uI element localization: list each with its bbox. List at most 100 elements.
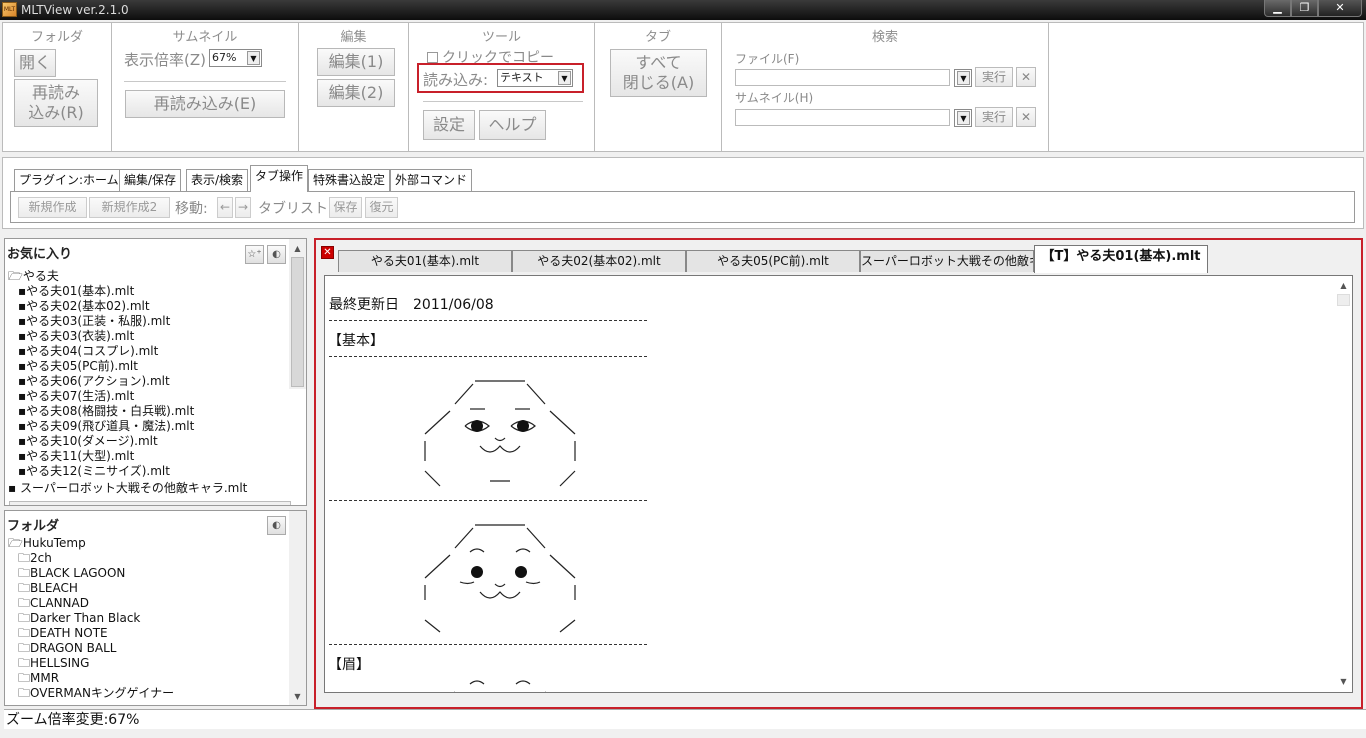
group-folder-title: フォルダ xyxy=(30,30,83,45)
list-item[interactable]: ▪やる夫04(コスプレ).mlt xyxy=(18,344,158,359)
viewer-tab[interactable]: やる夫02(基本02).mlt xyxy=(512,250,686,272)
tree-folder[interactable]: 🗁やる夫 xyxy=(8,269,59,284)
tablist-save-button[interactable]: 保存 xyxy=(329,197,362,218)
tab-edit-save[interactable]: 編集/保存 xyxy=(119,169,182,191)
list-item[interactable]: ▪やる夫08(格闘技・白兵戦).mlt xyxy=(18,404,194,419)
file-search-run-button[interactable]: 実行 xyxy=(975,67,1013,87)
maximize-button[interactable]: ❐ xyxy=(1291,0,1318,17)
group-edit-title: 編集 xyxy=(340,30,367,45)
file-search-clear-button[interactable]: ✕ xyxy=(1016,67,1036,87)
ribbon: フォルダ 開く 再読み 込み(R) サムネイル 表示倍率(Z) 67% ▼ 再読… xyxy=(2,22,1364,152)
thumb-search-input[interactable] xyxy=(735,109,950,126)
thumb-search-clear-button[interactable]: ✕ xyxy=(1016,107,1036,127)
tab-tab-operations[interactable]: タブ操作 xyxy=(250,165,309,192)
folder-title: フォルダ xyxy=(7,519,60,534)
settings-button[interactable]: 設定 xyxy=(423,110,475,140)
zoom-select[interactable]: 67% ▼ xyxy=(209,49,262,67)
tree-folder[interactable]: 🗁HukuTemp xyxy=(8,536,86,551)
scroll-thumb[interactable] xyxy=(291,257,304,387)
file-search-dropdown[interactable]: ▼ xyxy=(954,69,972,87)
viewer-tab[interactable]: やる夫01(基本).mlt xyxy=(338,250,512,272)
group-edit: 編集 編集(1) 編集(2) xyxy=(299,23,409,151)
favorites-scrollbar[interactable]: ▲ xyxy=(289,239,306,389)
list-item[interactable]: 🗀DEATH NOTE xyxy=(18,626,108,641)
list-item[interactable]: ▪やる夫09(飛び道具・魔法).mlt xyxy=(18,419,194,434)
list-item[interactable]: 🗀OVERMANキングゲイナー xyxy=(18,686,174,701)
open-button[interactable]: 開く xyxy=(14,49,56,77)
list-item[interactable]: 🗀BLACK LAGOON xyxy=(18,566,125,581)
minimize-button[interactable]: ▁ xyxy=(1264,0,1291,17)
thumbnail-reload-button[interactable]: 再読み込み(E) xyxy=(125,90,285,118)
help-button[interactable]: ヘルプ xyxy=(479,110,546,140)
close-all-button[interactable]: すべて 閉じる(A) xyxy=(610,49,707,97)
viewer-scrollbar[interactable]: ▲ ▼ xyxy=(1335,276,1352,692)
horizontal-scrollbar[interactable] xyxy=(9,501,291,505)
viewer-tab[interactable]: やる夫05(PC前).mlt xyxy=(686,250,860,272)
click-copy-checkbox[interactable] xyxy=(427,52,438,63)
yaruo-face-3-partial xyxy=(454,680,546,692)
refresh-icon[interactable]: ◐ xyxy=(267,245,286,264)
folder-icon: 🗀 xyxy=(18,566,31,580)
scroll-down-icon[interactable]: ▼ xyxy=(1335,674,1352,689)
new-button[interactable]: 新規作成 xyxy=(18,197,87,218)
folder-scrollbar[interactable]: ▼ xyxy=(289,511,306,705)
chevron-down-icon[interactable]: ▼ xyxy=(957,111,970,125)
list-item[interactable]: ▪やる夫06(アクション).mlt xyxy=(18,374,170,389)
list-item[interactable]: 🗀DRAGON BALL xyxy=(18,641,116,656)
scroll-up-icon[interactable]: ▲ xyxy=(289,241,306,256)
separator xyxy=(329,356,647,357)
tab-operations-panel: 新規作成 新規作成2 移動: ← → タブリスト: 保存 復元 xyxy=(10,191,1355,223)
list-item[interactable]: ▪やる夫12(ミニサイズ).mlt xyxy=(18,464,170,479)
scroll-down-icon[interactable]: ▼ xyxy=(289,689,306,704)
list-item[interactable]: 🗀CLANNAD xyxy=(18,596,89,611)
thumb-search-run-button[interactable]: 実行 xyxy=(975,107,1013,127)
add-favorite-icon[interactable]: ☆⁺ xyxy=(245,245,264,264)
list-item[interactable]: ▪やる夫10(ダメージ).mlt xyxy=(18,434,158,449)
group-tool-title: ツール xyxy=(481,30,521,45)
tablist-restore-button[interactable]: 復元 xyxy=(365,197,398,218)
zoom-value: 67% xyxy=(212,51,237,64)
chevron-down-icon[interactable]: ▼ xyxy=(247,51,260,65)
tab-plugin-home[interactable]: プラグイン:ホーム xyxy=(14,169,124,191)
list-item[interactable]: 🗀Darker Than Black xyxy=(18,611,140,626)
favorites-title: お気に入り xyxy=(7,247,73,262)
status-bar: ズーム倍率変更:67% xyxy=(4,709,1366,729)
move-right-button[interactable]: → xyxy=(235,197,251,218)
edit2-button[interactable]: 編集(2) xyxy=(317,79,395,107)
list-item[interactable]: 🗀MMR xyxy=(18,671,59,686)
aa-text-area[interactable]: 最終更新日 2011/06/08 【基本】 【眉】 ▲ ▼ xyxy=(324,275,1353,693)
thumb-search-dropdown[interactable]: ▼ xyxy=(954,109,972,127)
tab-special-write[interactable]: 特殊書込設定 xyxy=(308,169,391,191)
list-item[interactable]: ▪やる夫05(PC前).mlt xyxy=(18,359,138,374)
file-search-input[interactable] xyxy=(735,69,950,86)
separator xyxy=(329,500,647,501)
tab-external-command[interactable]: 外部コマンド xyxy=(390,169,473,191)
new2-button[interactable]: 新規作成2 xyxy=(89,197,170,218)
list-item[interactable]: ▪やる夫03(衣装).mlt xyxy=(18,329,134,344)
list-item[interactable]: ▪やる夫11(大型).mlt xyxy=(18,449,134,464)
move-left-button[interactable]: ← xyxy=(217,197,233,218)
list-item[interactable]: 🗀2ch xyxy=(18,551,52,566)
list-item[interactable]: ▪やる夫07(生活).mlt xyxy=(18,389,134,404)
aa-viewer: ✕ やる夫01(基本).mlt やる夫02(基本02).mlt やる夫05(PC… xyxy=(314,238,1363,709)
list-item[interactable]: ▪やる夫03(正装・私服).mlt xyxy=(18,314,170,329)
list-item[interactable]: ▪やる夫01(基本).mlt xyxy=(18,284,134,299)
reload-button[interactable]: 再読み 込み(R) xyxy=(14,79,98,127)
scroll-up-icon[interactable]: ▲ xyxy=(1335,278,1352,293)
tab-view-search[interactable]: 表示/検索 xyxy=(186,169,249,191)
viewer-tab[interactable]: スーパーロボット大戦その他敵キャラ xyxy=(860,250,1034,272)
list-item[interactable]: ▪ スーパーロボット大戦その他敵キャラ.mlt xyxy=(8,481,247,496)
viewer-tab-active[interactable]: 【T】やる夫01(基本).mlt xyxy=(1034,245,1208,273)
list-item[interactable]: 🗀BLEACH xyxy=(18,581,78,596)
close-tab-icon[interactable]: ✕ xyxy=(321,246,334,259)
group-thumbnail: サムネイル 表示倍率(Z) 67% ▼ 再読み込み(E) xyxy=(112,23,299,151)
load-highlight xyxy=(417,63,584,93)
close-button[interactable]: ✕ xyxy=(1318,0,1362,17)
refresh-icon[interactable]: ◐ xyxy=(267,516,286,535)
list-item[interactable]: 🗀HELLSING xyxy=(18,656,89,671)
list-item[interactable]: ▪やる夫02(基本02).mlt xyxy=(18,299,150,314)
chevron-down-icon[interactable]: ▼ xyxy=(957,71,970,85)
edit1-button[interactable]: 編集(1) xyxy=(317,48,395,76)
scroll-thumb[interactable] xyxy=(1337,294,1350,306)
folder-icon: 🗀 xyxy=(18,611,31,625)
